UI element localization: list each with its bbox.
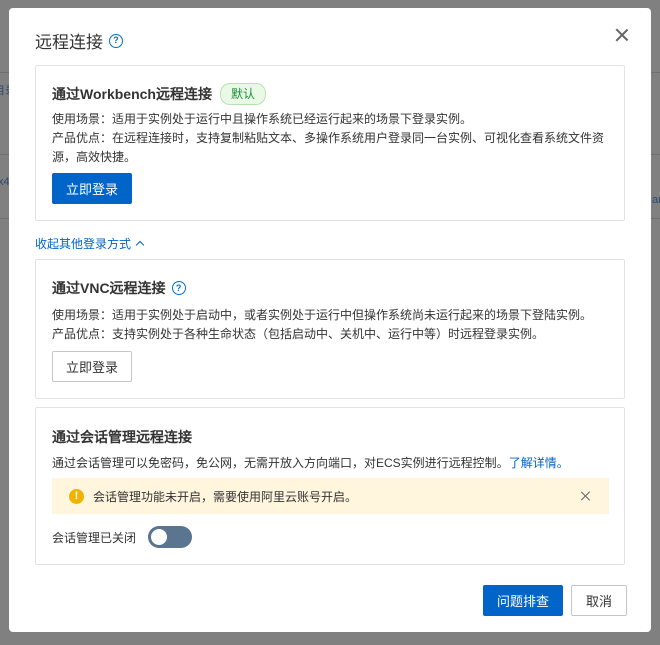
background-divider bbox=[651, 154, 660, 155]
alert-text: 会话管理功能未开启，需要使用阿里云账号开启。 bbox=[93, 489, 358, 504]
warning-icon: ! bbox=[69, 488, 84, 504]
collapse-label: 收起其他登录方式 bbox=[35, 237, 132, 251]
session-card: 通过会话管理远程连接 通过会话管理可以免密码，免公网，无需开放入方向端口，对EC… bbox=[35, 407, 625, 565]
session-title: 通过会话管理远程连接 bbox=[52, 429, 192, 445]
learn-more-link[interactable]: 了解详情。 bbox=[509, 456, 569, 470]
background-divider bbox=[651, 218, 660, 219]
vnc-advantage: 产品优点：支持实例处于各种生命状态（包括启动中、关机中、运行中等）时远程登录实例… bbox=[52, 327, 545, 341]
background-fragment: ar bbox=[652, 194, 660, 206]
workbench-login-button[interactable]: 立即登录 bbox=[52, 173, 132, 204]
cancel-button[interactable]: 取消 bbox=[571, 585, 627, 616]
session-switch-row: 会话管理已关闭 bbox=[52, 526, 193, 548]
close-icon[interactable] bbox=[615, 28, 629, 42]
background-divider bbox=[0, 154, 9, 155]
vnc-scenario: 使用场景：适用于实例处于启动中，或者实例处于运行中但操作系统尚未运行起来的场景下… bbox=[52, 308, 593, 322]
collapse-other-methods-link[interactable]: 收起其他登录方式 bbox=[35, 235, 145, 252]
troubleshoot-button[interactable]: 问题排查 bbox=[483, 585, 563, 616]
toggle-knob bbox=[151, 529, 168, 545]
alert-close-icon[interactable] bbox=[581, 491, 591, 501]
vnc-title-text: 通过VNC远程连接 bbox=[52, 280, 166, 296]
remote-connect-dialog: 远程连接 ? 通过Workbench远程连接 默认 使用场景：适用于实例处于运行… bbox=[9, 8, 651, 632]
help-icon[interactable]: ? bbox=[171, 281, 186, 295]
workbench-card: 通过Workbench远程连接 默认 使用场景：适用于实例处于运行中且操作系统已… bbox=[35, 65, 625, 221]
dialog-title-text: 远程连接 bbox=[35, 33, 103, 52]
workbench-advantage: 产品优点：在远程连接时，支持复制粘贴文本、多操作系统用户登录同一台实例、可视化查… bbox=[52, 131, 605, 164]
vnc-title: 通过VNC远程连接 ? bbox=[52, 278, 186, 298]
session-desc-text: 通过会话管理可以免密码，免公网，无需开放入方向端口，对ECS实例进行远程控制。 bbox=[52, 456, 509, 470]
vnc-login-button[interactable]: 立即登录 bbox=[52, 351, 132, 382]
chevron-up-icon bbox=[135, 240, 145, 250]
background-divider bbox=[0, 72, 9, 73]
switch-label: 会话管理已关闭 bbox=[52, 530, 137, 545]
workbench-scenario: 使用场景：适用于实例处于运行中且操作系统已经运行起来的场景下登录实例。 bbox=[52, 112, 473, 126]
session-warning-alert: ! 会话管理功能未开启，需要使用阿里云账号开启。 bbox=[52, 478, 609, 514]
default-tag: 默认 bbox=[219, 83, 266, 105]
vnc-card: 通过VNC远程连接 ? 使用场景：适用于实例处于启动中，或者实例处于运行中但操作… bbox=[35, 259, 625, 399]
session-desc: 通过会话管理可以免密码，免公网，无需开放入方向端口，对ECS实例进行远程控制。了… bbox=[52, 454, 612, 473]
background-divider bbox=[651, 72, 660, 73]
help-icon[interactable]: ? bbox=[109, 33, 123, 48]
workbench-title-text: 通过Workbench远程连接 bbox=[52, 86, 212, 102]
session-toggle[interactable] bbox=[148, 526, 193, 548]
dialog-title: 远程连接 ? bbox=[35, 28, 123, 53]
workbench-title: 通过Workbench远程连接 默认 bbox=[52, 83, 266, 105]
background-divider bbox=[0, 218, 9, 219]
